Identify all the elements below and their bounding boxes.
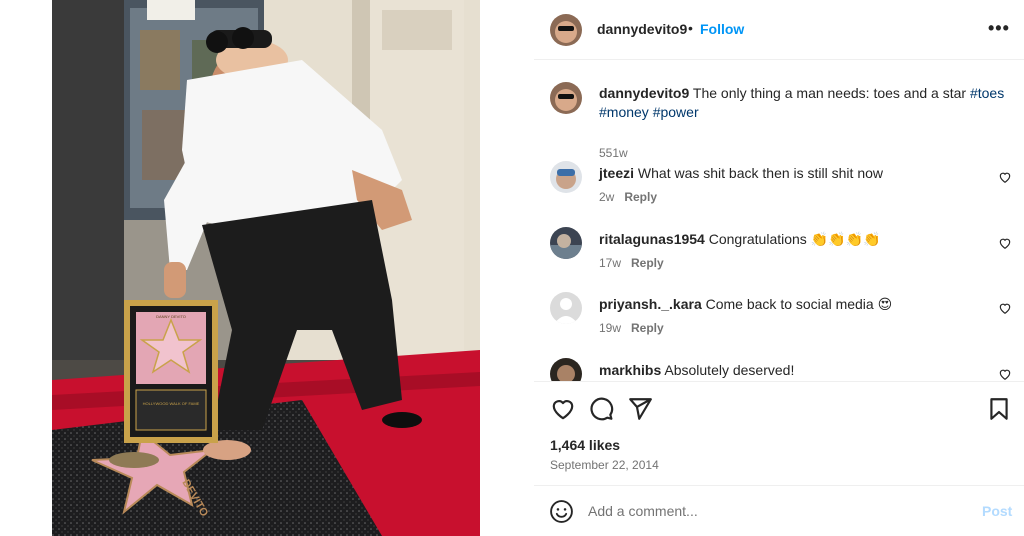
bookmark-icon[interactable] <box>986 396 1012 422</box>
post-photo-illustration: DEVITO DANNY DEVITO HOLLYWOOD WALK OF FA… <box>52 0 480 536</box>
left-margin <box>0 0 52 536</box>
comment-heart-icon[interactable] <box>998 236 1012 250</box>
caption-body: The only thing a man needs: toes and a s… <box>692 85 967 101</box>
caption-avatar[interactable] <box>550 82 582 114</box>
smiley-face-icon[interactable] <box>549 499 574 524</box>
reply-button[interactable]: Reply <box>631 321 664 335</box>
post-date: September 22, 2014 <box>550 458 659 472</box>
plaque-title-text: DANNY DEVITO <box>156 314 186 319</box>
caption-username[interactable]: dannydevito9 <box>599 85 689 101</box>
likes-count[interactable]: 1,464 likes <box>550 437 620 453</box>
post-comment-button[interactable]: Post <box>982 503 1012 519</box>
follow-button[interactable]: Follow <box>700 21 744 37</box>
commenter-avatar[interactable] <box>550 227 582 259</box>
comment-heart-icon[interactable] <box>998 367 1012 381</box>
commenter-avatar[interactable] <box>550 161 582 193</box>
more-dots-icon[interactable]: ••• <box>988 18 1009 40</box>
comment-meta: 17w Reply <box>599 256 664 270</box>
comment-body: What was shit back then is still shit no… <box>637 165 884 181</box>
comment-heart-icon[interactable] <box>998 301 1012 315</box>
hashtag-link[interactable]: #power <box>653 104 699 120</box>
heart-icon[interactable] <box>550 396 576 422</box>
comment-text: markhibs Absolutely deserved! <box>599 361 979 379</box>
plaque-caption-text: HOLLYWOOD WALK OF FAME <box>143 401 200 406</box>
comment-body: Come back to social media 😍 <box>705 296 893 312</box>
post-actions-bar: 1,464 likes September 22, 2014 <box>534 381 1024 485</box>
comment-timestamp: 17w <box>599 256 622 270</box>
comment-meta: 2w Reply <box>599 190 657 204</box>
comment-heart-icon[interactable] <box>998 170 1012 184</box>
default-avatar-icon[interactable] <box>550 292 582 324</box>
post-side-panel: dannydevito9 • Follow ••• dannydevito9 T… <box>534 0 1024 536</box>
comment-item: jteezi What was shit back then is still … <box>550 161 1020 221</box>
commenter-username[interactable]: priyansh._.kara <box>599 296 702 312</box>
reply-button[interactable]: Reply <box>631 256 664 270</box>
commenter-avatar[interactable] <box>550 358 582 381</box>
hashtag-link[interactable]: #money <box>599 104 649 120</box>
commenter-username[interactable]: markhibs <box>599 362 661 378</box>
author-username[interactable]: dannydevito9 <box>597 21 687 37</box>
comment-meta: 19w Reply <box>599 321 664 335</box>
comment-text: jteezi What was shit back then is still … <box>599 164 979 182</box>
post-header: dannydevito9 • Follow ••• <box>534 0 1024 60</box>
header-separator: • <box>688 20 693 36</box>
caption-timestamp: 551w <box>599 146 628 160</box>
comment-bubble-icon[interactable] <box>588 396 614 422</box>
post-photo[interactable]: DEVITO DANNY DEVITO HOLLYWOOD WALK OF FA… <box>52 0 480 536</box>
caption-text: dannydevito9 The only thing a man needs:… <box>599 84 1009 122</box>
reply-button[interactable]: Reply <box>624 190 657 204</box>
add-comment-bar: Post <box>534 485 1024 536</box>
add-comment-input[interactable] <box>588 500 958 522</box>
comment-timestamp: 2w <box>599 190 615 204</box>
comments-scroll-area[interactable]: dannydevito9 The only thing a man needs:… <box>534 61 1024 381</box>
comment-text: priyansh._.kara Come back to social medi… <box>599 295 979 313</box>
comment-item: priyansh._.kara Come back to social medi… <box>550 292 1020 352</box>
instagram-post-view: DEVITO DANNY DEVITO HOLLYWOOD WALK OF FA… <box>0 0 1024 536</box>
paper-plane-icon[interactable] <box>627 396 653 422</box>
comment-body: Absolutely deserved! <box>664 362 795 378</box>
comment-item: ritalagunas1954 Congratulations 👏👏👏👏 17w… <box>550 227 1020 287</box>
comment-text: ritalagunas1954 Congratulations 👏👏👏👏 <box>599 230 979 248</box>
commenter-username[interactable]: jteezi <box>599 165 634 181</box>
commenter-username[interactable]: ritalagunas1954 <box>599 231 705 247</box>
comment-timestamp: 19w <box>599 321 622 335</box>
author-avatar[interactable] <box>550 14 582 46</box>
hashtag-link[interactable]: #toes <box>970 85 1004 101</box>
comment-item: markhibs Absolutely deserved! <box>550 358 1020 381</box>
comment-body: Congratulations 👏👏👏👏 <box>708 231 881 247</box>
